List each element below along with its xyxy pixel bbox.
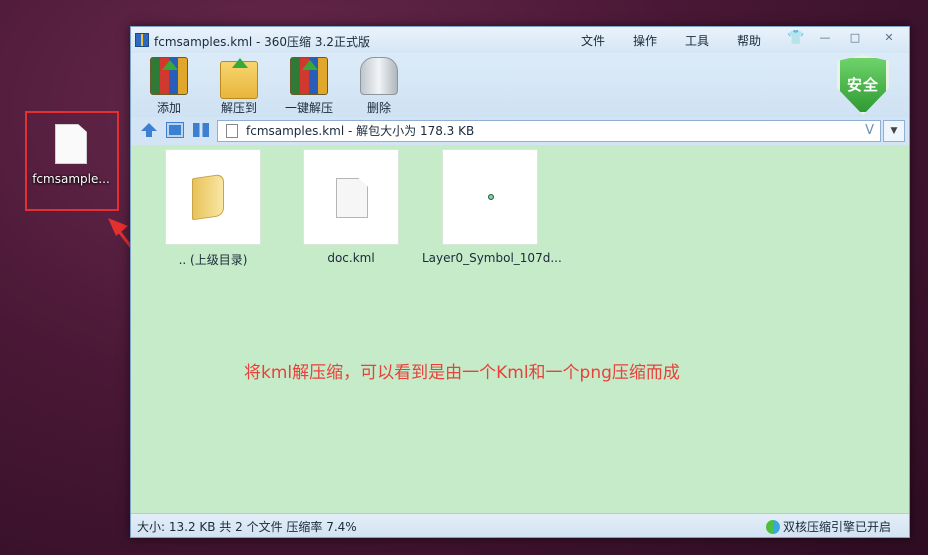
folder-icon xyxy=(192,173,224,221)
item-thumbnail xyxy=(303,149,399,245)
minimize-button[interactable]: — xyxy=(815,30,835,46)
list-item-png[interactable]: Layer0_Symbol_107d... xyxy=(422,149,562,265)
trash-icon xyxy=(360,57,398,95)
status-info: 大小: 13.2 KB 共 2 个文件 压缩率 7.4% xyxy=(137,520,357,534)
extract-folder-icon xyxy=(220,58,258,99)
address-dropdown-button[interactable]: ▼ xyxy=(883,120,905,142)
one-click-extract-icon xyxy=(290,57,328,95)
menu-help[interactable]: 帮助 xyxy=(735,32,763,49)
menu-operate[interactable]: 操作 xyxy=(631,32,659,49)
add-icon xyxy=(150,57,188,95)
item-thumbnail xyxy=(442,149,538,245)
window-title: fcmsamples.kml - 360压缩 3.2正式版 xyxy=(154,35,370,49)
engine-status[interactable]: 双核压缩引擎已开启 xyxy=(765,518,891,535)
extract-to-label: 解压到 xyxy=(220,101,257,115)
up-arrow-icon[interactable] xyxy=(141,123,157,137)
file-list: .. (上级目录) doc.kml Layer0_Symbol_107d... xyxy=(131,145,909,513)
item-thumbnail xyxy=(165,149,261,245)
extract-to-button[interactable]: 解压到 xyxy=(203,57,275,116)
add-label: 添加 xyxy=(156,101,181,115)
menu-tools[interactable]: 工具 xyxy=(683,32,711,49)
restore-button[interactable]: □ xyxy=(845,30,865,46)
document-icon xyxy=(336,178,368,218)
skin-icon[interactable]: 👕 xyxy=(787,30,804,46)
delete-button[interactable]: 删除 xyxy=(343,57,415,116)
one-click-extract-button[interactable]: 一键解压 xyxy=(273,57,345,116)
add-button[interactable]: 添加 xyxy=(133,57,205,116)
item-label: Layer0_Symbol_107d... xyxy=(422,251,562,265)
menu-file[interactable]: 文件 xyxy=(579,32,607,49)
file-icon xyxy=(226,124,238,138)
delete-label: 删除 xyxy=(366,101,391,115)
status-bar: 大小: 13.2 KB 共 2 个文件 压缩率 7.4% 双核压缩引擎已开启 xyxy=(131,513,909,537)
menu-bar: 文件 操作 工具 帮助 xyxy=(579,32,763,49)
item-label: doc.kml xyxy=(327,251,375,265)
list-item-doc-kml[interactable]: doc.kml xyxy=(283,149,419,265)
engine-icon xyxy=(765,519,780,534)
chevron-down-icon[interactable]: V xyxy=(865,121,874,141)
one-click-extract-label: 一键解压 xyxy=(284,101,333,115)
toolbar: 添加 解压到 一键解压 删除 xyxy=(131,53,909,117)
annotation-text: 将kml解压缩，可以看到是由一个Kml和一个png压缩而成 xyxy=(244,363,680,383)
close-button[interactable]: ✕ xyxy=(879,30,899,46)
large-view-icon[interactable] xyxy=(166,122,184,138)
engine-status-label: 双核压缩引擎已开启 xyxy=(782,520,891,534)
png-thumb-icon xyxy=(486,192,496,202)
address-text: fcmsamples.kml - 解包大小为 178.3 KB xyxy=(246,124,475,138)
address-row: fcmsamples.kml - 解包大小为 178.3 KB V ▼ xyxy=(131,117,909,145)
item-label: .. (上级目录) xyxy=(178,253,248,267)
archive-window: fcmsamples.kml - 360压缩 3.2正式版 文件 操作 工具 帮… xyxy=(130,26,910,538)
app-icon xyxy=(135,33,149,47)
address-bar[interactable]: fcmsamples.kml - 解包大小为 178.3 KB V xyxy=(217,120,881,142)
list-item-parent-dir[interactable]: .. (上级目录) xyxy=(145,149,281,268)
arrow-head xyxy=(108,218,128,236)
grid-view-icon[interactable] xyxy=(193,123,209,137)
